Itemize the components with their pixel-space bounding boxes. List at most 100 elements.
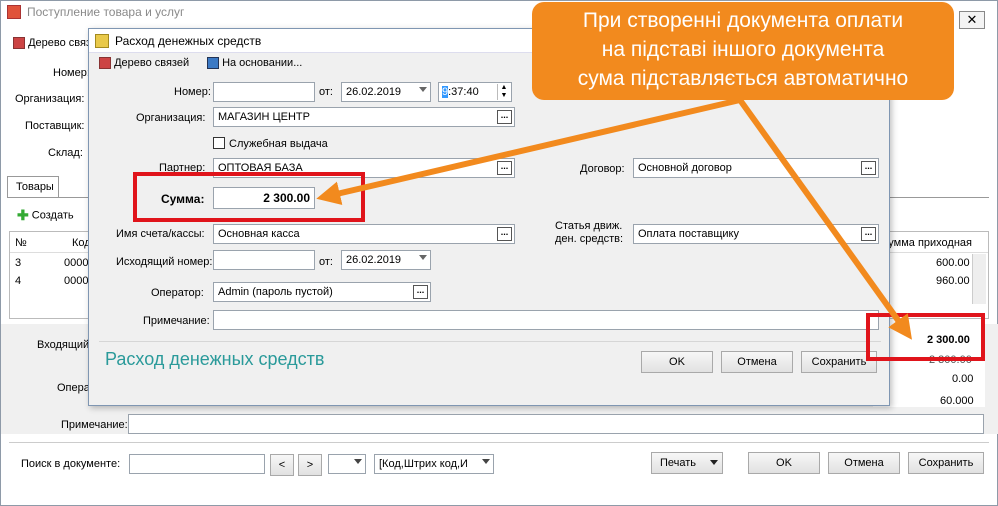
bg-org-label: Организация: bbox=[15, 93, 85, 105]
search-input[interactable] bbox=[129, 454, 265, 474]
callout-bubble: При створенні документа оплати на підста… bbox=[532, 2, 954, 100]
sum-highlight-box bbox=[133, 172, 365, 222]
note-label: Примечание: bbox=[143, 315, 210, 327]
dialog-ok-button[interactable]: OK bbox=[641, 351, 713, 373]
contract-value: Основной договор bbox=[638, 162, 732, 174]
time-rest: :37:40 bbox=[448, 86, 479, 98]
callout-line-3: сума підставляється автоматично bbox=[577, 67, 909, 90]
flow-field[interactable]: Оплата поставщику ... bbox=[633, 224, 879, 244]
out-number-field[interactable] bbox=[213, 250, 315, 270]
account-label: Имя счета/кассы: bbox=[116, 228, 205, 240]
zero-amount: 0.00 bbox=[952, 373, 974, 385]
date-field[interactable]: 26.02.2019 bbox=[341, 82, 431, 102]
tab-goods[interactable]: Товары bbox=[7, 176, 59, 198]
flow-label-line2: ден. средств: bbox=[555, 233, 624, 245]
dialog-footer-caption: Расход денежных средств bbox=[105, 349, 325, 369]
out-from-label: от: bbox=[319, 256, 333, 268]
search-mode-select[interactable] bbox=[328, 454, 366, 474]
dialog-title: Расход денежных средств bbox=[115, 33, 262, 48]
bg-incoming-label: Входящий bbox=[37, 339, 90, 351]
search-label: Поиск в документе: bbox=[21, 458, 121, 470]
bg-number-label: Номер: bbox=[53, 67, 90, 79]
chevron-down-icon bbox=[419, 255, 427, 260]
org-field[interactable]: МАГАЗИН ЦЕНТР ... bbox=[213, 107, 515, 127]
bg-note-field[interactable] bbox=[128, 414, 984, 434]
chevron-down-icon bbox=[482, 459, 490, 464]
row-num: 3 bbox=[15, 257, 22, 269]
bottom-separator bbox=[9, 442, 989, 443]
org-label: Организация: bbox=[136, 112, 206, 124]
callout-line-1: При створенні документа оплати bbox=[582, 9, 904, 32]
tree-icon bbox=[13, 37, 25, 50]
account-value: Основная касса bbox=[218, 228, 300, 240]
account-select-button[interactable]: ... bbox=[497, 227, 512, 241]
time-field[interactable]: 9:37:40 ▲ ▼ bbox=[438, 82, 512, 102]
partner-select-button[interactable]: ... bbox=[497, 161, 512, 175]
based-on-icon bbox=[207, 57, 219, 70]
operator-field[interactable]: Admin (пароль пустой) ... bbox=[213, 282, 431, 302]
window-title: Поступление товара и услуг bbox=[27, 5, 185, 19]
search-fields-value: [Код,Штрих код,И bbox=[379, 458, 468, 470]
contract-select-button[interactable]: ... bbox=[861, 161, 876, 175]
table-scrollbar[interactable] bbox=[972, 254, 986, 304]
row-num: 4 bbox=[15, 275, 22, 287]
print-dropdown-icon bbox=[710, 460, 718, 465]
bg-save-button[interactable]: Сохранить bbox=[908, 452, 984, 474]
operator-select-button[interactable]: ... bbox=[413, 285, 428, 299]
plus-icon: ✚ bbox=[17, 207, 29, 223]
total-highlight-box bbox=[866, 313, 985, 361]
bg-operator-label: Опера bbox=[57, 382, 90, 394]
row-code: 0000 bbox=[64, 275, 89, 287]
search-next-button[interactable]: > bbox=[298, 454, 322, 476]
dialog-tree-label: Дерево связей bbox=[114, 57, 190, 69]
bg-warehouse-label: Склад: bbox=[48, 147, 83, 159]
chevron-down-icon bbox=[354, 459, 362, 464]
print-label: Печать bbox=[660, 457, 697, 469]
col-num-header[interactable]: № bbox=[15, 237, 27, 249]
cash-document-icon bbox=[95, 33, 109, 48]
chevron-down-icon bbox=[419, 87, 427, 92]
tree-icon bbox=[99, 57, 111, 70]
document-icon bbox=[7, 5, 21, 19]
bg-ok-button[interactable]: OK bbox=[748, 452, 820, 474]
flow-value: Оплата поставщику bbox=[638, 228, 739, 240]
flow-select-button[interactable]: ... bbox=[861, 227, 876, 241]
bg-add-button[interactable]: ✚ Создать bbox=[17, 207, 74, 224]
service-label: Служебная выдача bbox=[229, 138, 328, 150]
number-field[interactable] bbox=[213, 82, 315, 102]
row-sum: 960.00 bbox=[936, 275, 970, 287]
operator-value: Admin (пароль пустой) bbox=[218, 286, 333, 298]
out-date-value: 26.02.2019 bbox=[346, 254, 402, 266]
bg-add-label: Создать bbox=[31, 209, 74, 222]
from-label: от: bbox=[319, 86, 333, 98]
sixty-amount: 60.000 bbox=[940, 395, 974, 407]
row-code: 0000 bbox=[64, 257, 89, 269]
note-field[interactable] bbox=[213, 310, 879, 330]
based-on-button[interactable]: На основании... bbox=[207, 57, 303, 70]
bg-note-label: Примечание: bbox=[61, 419, 128, 431]
bg-supplier-label: Поставщик: bbox=[25, 120, 85, 132]
contract-label: Договор: bbox=[580, 163, 625, 175]
org-value: МАГАЗИН ЦЕНТР bbox=[218, 111, 310, 123]
dialog-tree-button[interactable]: Дерево связей bbox=[99, 57, 190, 70]
date-value: 26.02.2019 bbox=[346, 86, 402, 98]
dialog-cancel-button[interactable]: Отмена bbox=[721, 351, 793, 373]
row-sum: 600.00 bbox=[936, 257, 970, 269]
callout-line-2: на підставі іншого документа bbox=[601, 38, 885, 61]
search-prev-button[interactable]: < bbox=[270, 454, 294, 476]
col-sum-header[interactable]: Сумма приходная bbox=[888, 237, 972, 249]
based-on-label: На основании... bbox=[222, 57, 303, 69]
out-number-label: Исходящий номер: bbox=[116, 256, 213, 268]
time-spinner[interactable]: ▲ ▼ bbox=[497, 84, 510, 100]
account-field[interactable]: Основная касса ... bbox=[213, 224, 515, 244]
contract-field[interactable]: Основной договор ... bbox=[633, 158, 879, 178]
service-checkbox[interactable] bbox=[213, 137, 225, 149]
bg-cancel-button[interactable]: Отмена bbox=[828, 452, 900, 474]
close-button[interactable]: ✕ bbox=[959, 11, 985, 29]
search-fields-select[interactable]: [Код,Штрих код,И bbox=[374, 454, 494, 474]
print-button[interactable]: Печать bbox=[651, 452, 723, 474]
org-select-button[interactable]: ... bbox=[497, 110, 512, 124]
out-date-field[interactable]: 26.02.2019 bbox=[341, 250, 431, 270]
operator-label: Оператор: bbox=[151, 287, 204, 299]
number-label: Номер: bbox=[174, 86, 211, 98]
